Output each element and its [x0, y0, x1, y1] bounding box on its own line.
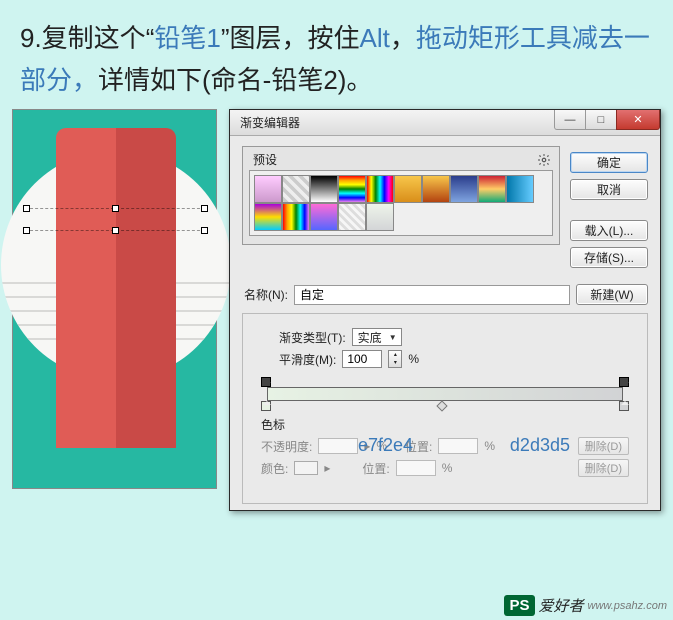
- color-stop-left[interactable]: [261, 401, 271, 411]
- color-swatch[interactable]: [294, 461, 318, 475]
- cancel-button[interactable]: 取消: [570, 179, 648, 200]
- smooth-label: 平滑度(M):: [279, 351, 336, 368]
- smooth-input[interactable]: [342, 350, 382, 368]
- handle-tl[interactable]: [23, 205, 30, 212]
- preset-label: 预设: [253, 151, 277, 168]
- canvas-preview: [12, 109, 217, 489]
- opacity-delete-button[interactable]: 删除(D): [578, 437, 629, 455]
- smooth-spinner[interactable]: ▴▾: [388, 350, 402, 368]
- watermark: PS 爱好者 www.psahz.com: [504, 595, 667, 616]
- preset-swatches[interactable]: [249, 170, 553, 236]
- color-pos-input[interactable]: [396, 460, 436, 476]
- name-label: 名称(N):: [244, 286, 288, 303]
- dialog-title: 渐变编辑器: [240, 114, 300, 131]
- color-stop-row: 颜色: ▸ 位置: % 删除(D): [261, 459, 629, 477]
- handle-br[interactable]: [201, 227, 208, 234]
- color-annotation-2: d2d3d5: [510, 435, 570, 456]
- pencil-shape: [56, 128, 176, 448]
- color-stop-right[interactable]: [619, 401, 629, 411]
- gradient-group: 渐变类型(T): 实底 平滑度(M): ▴▾ % 色标 不透明度:: [242, 313, 648, 504]
- save-button[interactable]: 存储(S)...: [570, 247, 648, 268]
- ok-button[interactable]: 确定: [570, 152, 648, 173]
- maximize-button[interactable]: □: [585, 110, 617, 130]
- opacity-stop-right[interactable]: [619, 377, 629, 387]
- handle-tm[interactable]: [112, 205, 119, 212]
- opacity-stop-left[interactable]: [261, 377, 271, 387]
- color-delete-button[interactable]: 删除(D): [578, 459, 629, 477]
- instruction-text: 9.复制这个“铅笔1”图层，按住Alt，拖动矩形工具减去一部分，详情如下(命名-…: [0, 0, 673, 109]
- stops-section-label: 色标: [261, 416, 637, 433]
- new-button[interactable]: 新建(W): [576, 284, 648, 305]
- close-button[interactable]: ✕: [616, 110, 660, 130]
- gear-icon[interactable]: [537, 153, 551, 167]
- handle-bm[interactable]: [112, 227, 119, 234]
- gradient-bar[interactable]: [259, 380, 631, 408]
- gradient-track[interactable]: [267, 387, 623, 401]
- grad-type-label: 渐变类型(T):: [279, 329, 346, 346]
- opacity-stop-row: 不透明度: ▸% 位置: % 删除(D): [261, 437, 629, 455]
- load-button[interactable]: 载入(L)...: [570, 220, 648, 241]
- gradient-editor-dialog: 渐变编辑器 — □ ✕ 预设: [229, 109, 661, 511]
- opacity-input[interactable]: [318, 438, 358, 454]
- handle-bl[interactable]: [23, 227, 30, 234]
- opacity-pos-input[interactable]: [438, 438, 478, 454]
- preset-panel: 预设: [242, 146, 560, 245]
- minimize-button[interactable]: —: [554, 110, 586, 130]
- dialog-titlebar[interactable]: 渐变编辑器 — □ ✕: [230, 110, 660, 136]
- handle-tr[interactable]: [201, 205, 208, 212]
- midpoint-marker[interactable]: [436, 401, 447, 412]
- color-annotation-1: e7f2e4: [358, 435, 413, 456]
- grad-type-select[interactable]: 实底: [352, 328, 402, 346]
- name-input[interactable]: [294, 285, 570, 305]
